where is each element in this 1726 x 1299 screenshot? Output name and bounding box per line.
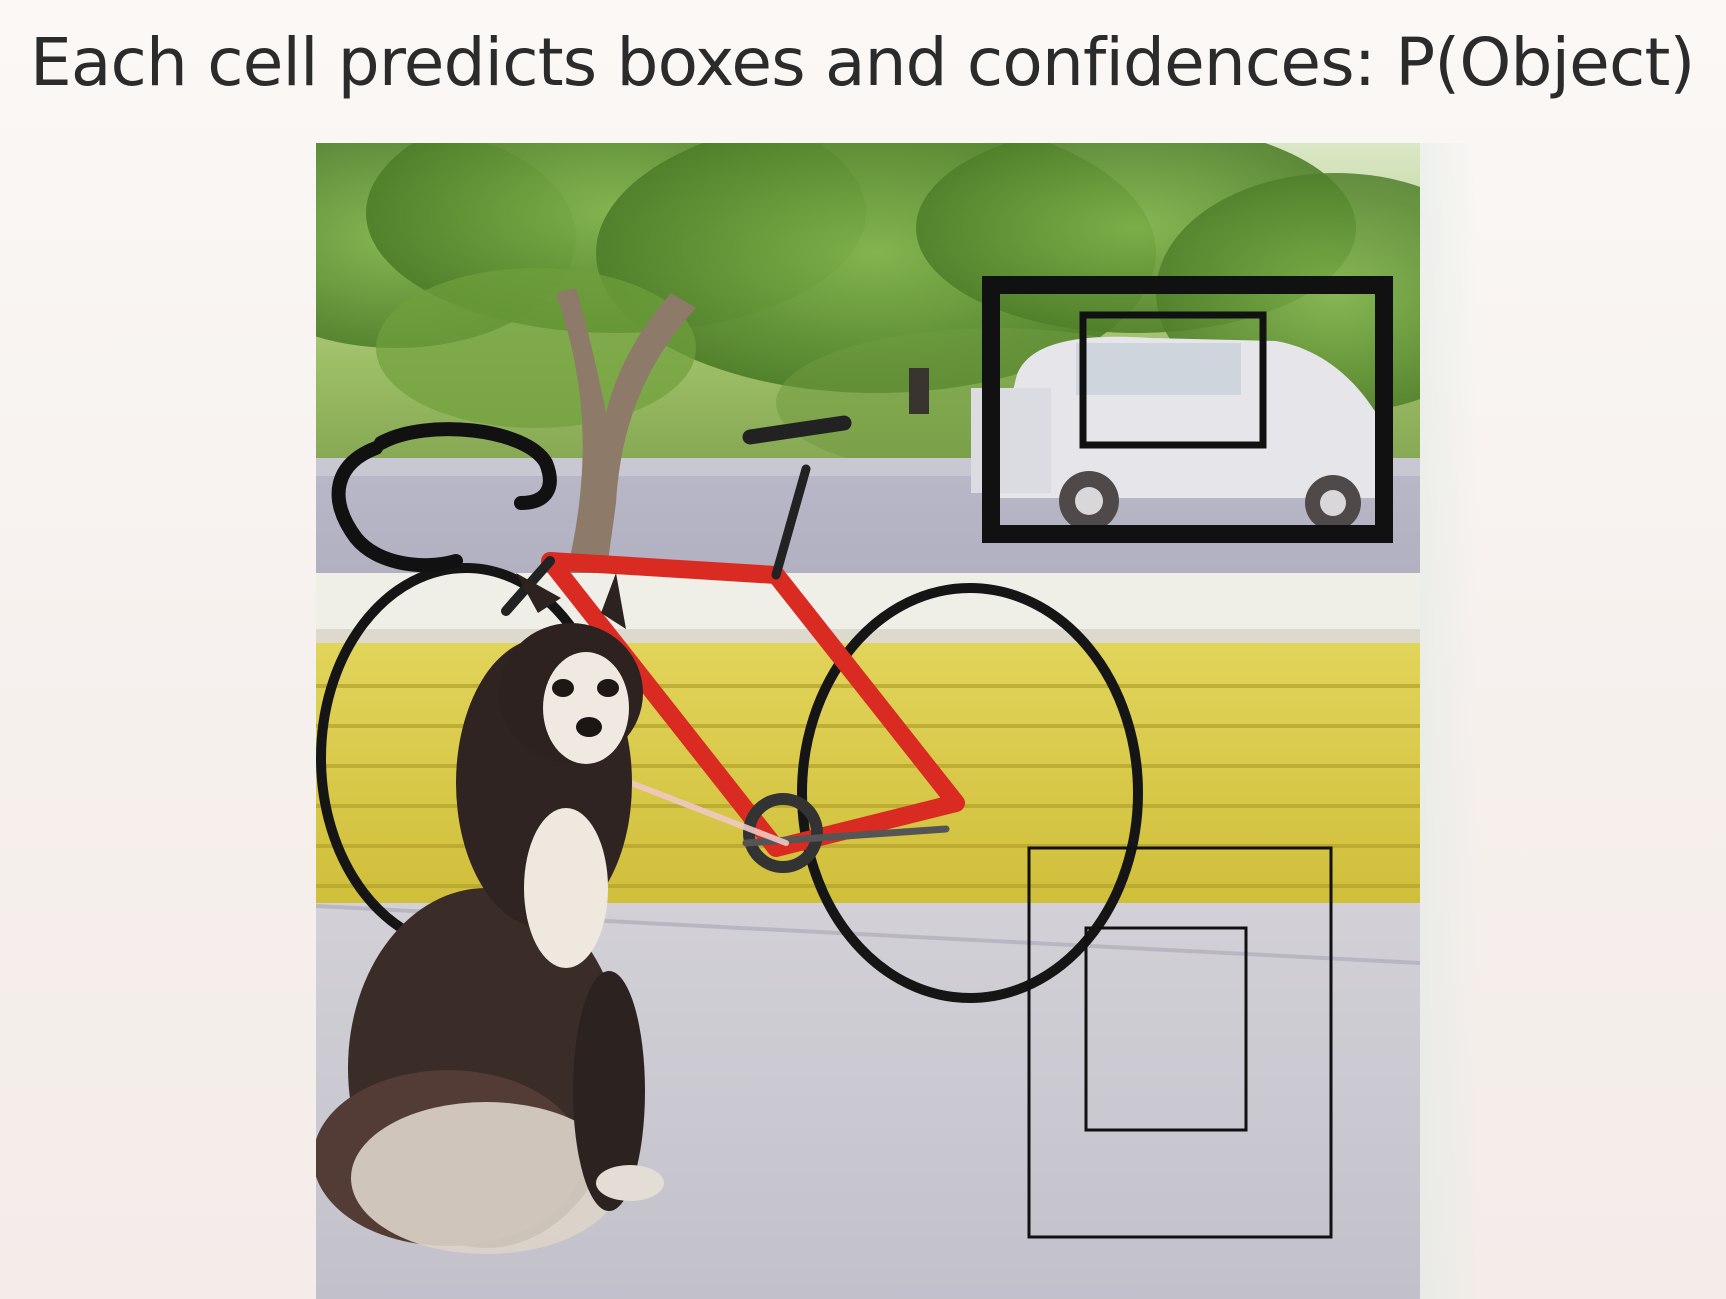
slide-title: Each cell predicts boxes and confidences… <box>30 24 1695 101</box>
photo-scene-icon <box>316 143 1420 1299</box>
image-edge-glow <box>1420 143 1478 1299</box>
example-photo <box>316 143 1420 1299</box>
slide: Each cell predicts boxes and confidences… <box>0 0 1726 1299</box>
